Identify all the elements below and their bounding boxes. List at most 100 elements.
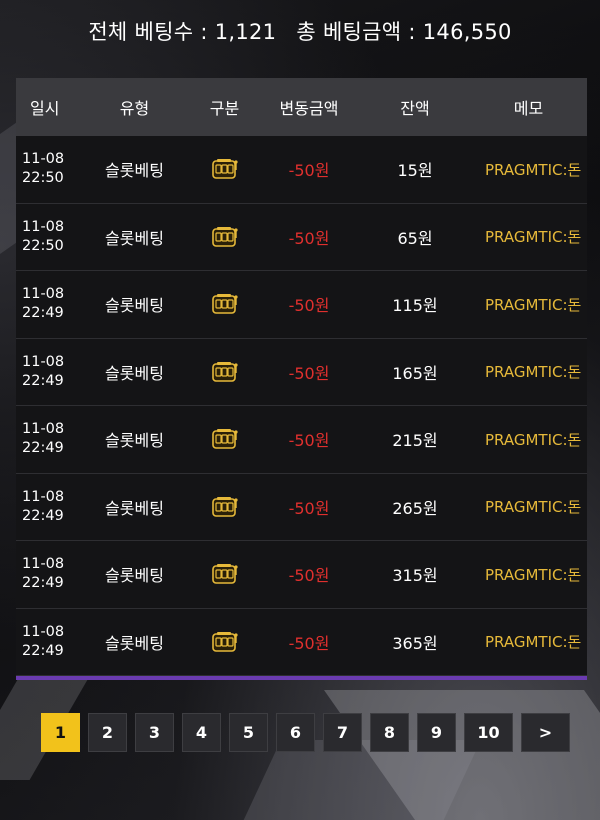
row-type: 슬롯베팅: [105, 566, 164, 586]
row-datetime: 11-08 22:49: [16, 555, 78, 593]
table-body: 11-08 22:50 슬롯베팅 -50원 15원 PRAGMTIC:돈 11-…: [16, 136, 587, 676]
table-row: 11-08 22:49 슬롯베팅 -50원 265원 PRAGMTIC:돈: [16, 473, 587, 541]
page-button-10[interactable]: 10: [464, 713, 513, 752]
row-balance: 15원: [397, 161, 433, 181]
row-category: [191, 157, 258, 181]
row-datetime: 11-08 22:49: [16, 488, 78, 526]
page-button-8[interactable]: 8: [370, 713, 409, 752]
row-memo: PRAGMTIC:돈: [485, 363, 582, 382]
table-header-row: 일시 유형 구분 변동금액 잔액 메모: [16, 78, 587, 136]
slot-machine-icon: [211, 496, 238, 517]
row-datetime: 11-08 22:50: [16, 218, 78, 256]
row-time: 22:49: [22, 372, 64, 389]
row-memo: PRAGMTIC:돈: [485, 498, 582, 517]
row-category: [191, 292, 258, 316]
header-date: 일시: [30, 99, 60, 118]
row-category: [191, 630, 258, 654]
row-category: [191, 495, 258, 519]
row-change-amount: -50원: [288, 296, 330, 316]
pagination: 1 2 3 4 5 6 7 8 9 10 >: [41, 713, 570, 752]
slot-machine-icon: [211, 361, 238, 382]
page-button-2[interactable]: 2: [88, 713, 127, 752]
row-time: 22:50: [22, 237, 64, 254]
row-balance: 165원: [392, 363, 438, 383]
slot-machine-icon: [211, 159, 238, 180]
slot-machine-icon: [211, 564, 238, 585]
row-date: 11-08: [22, 286, 65, 303]
row-change-amount: -50원: [288, 498, 330, 518]
table-row: 11-08 22:50 슬롯베팅 -50원 15원 PRAGMTIC:돈: [16, 136, 587, 204]
header-change-amount: 변동금액: [279, 99, 339, 118]
row-category: [191, 225, 258, 249]
background-shard: [239, 740, 481, 820]
row-balance: 115원: [392, 296, 438, 316]
row-change-amount: -50원: [288, 431, 330, 451]
row-change-amount: -50원: [288, 228, 330, 248]
bet-count-text: 전체 베팅수 : 1,121: [88, 20, 277, 44]
row-datetime: 11-08 22:49: [16, 285, 78, 323]
table-row: 11-08 22:49 슬롯베팅 -50원 165원 PRAGMTIC:돈: [16, 338, 587, 406]
table-bottom-border: [16, 676, 587, 680]
row-category: [191, 562, 258, 586]
row-memo: PRAGMTIC:돈: [485, 295, 582, 314]
row-change-amount: -50원: [288, 161, 330, 181]
row-datetime: 11-08 22:49: [16, 623, 78, 661]
slot-machine-icon: [211, 631, 238, 652]
table-row: 11-08 22:49 슬롯베팅 -50원 115원 PRAGMTIC:돈: [16, 271, 587, 339]
row-date: 11-08: [22, 623, 65, 640]
row-type: 슬롯베팅: [105, 498, 164, 518]
row-category: [191, 360, 258, 384]
slot-machine-icon: [211, 226, 238, 247]
row-change-amount: -50원: [288, 633, 330, 653]
row-time: 22:50: [22, 170, 64, 187]
row-balance: 365원: [392, 633, 438, 653]
row-type: 슬롯베팅: [105, 363, 164, 383]
row-date: 11-08: [22, 421, 65, 438]
row-datetime: 11-08 22:50: [16, 150, 78, 188]
row-date: 11-08: [22, 151, 65, 168]
row-type: 슬롯베팅: [105, 431, 164, 451]
row-date: 11-08: [22, 556, 65, 573]
page: 전체 베팅수 : 1,121 총 베팅금액 : 146,550 일시 유형 구분 …: [0, 0, 600, 820]
row-time: 22:49: [22, 575, 64, 592]
row-type: 슬롯베팅: [105, 161, 164, 181]
row-time: 22:49: [22, 305, 64, 322]
table-row: 11-08 22:49 슬롯베팅 -50원 315원 PRAGMTIC:돈: [16, 541, 587, 609]
row-datetime: 11-08 22:49: [16, 353, 78, 391]
row-change-amount: -50원: [288, 566, 330, 586]
row-time: 22:49: [22, 642, 64, 659]
header-memo: 메모: [513, 99, 544, 118]
betting-summary: 전체 베팅수 : 1,121 총 베팅금액 : 146,550: [0, 16, 600, 46]
header-category: 구분: [209, 99, 240, 118]
slot-machine-icon: [211, 294, 238, 315]
page-button-5[interactable]: 5: [229, 713, 268, 752]
page-button-6[interactable]: 6: [276, 713, 315, 752]
table-row: 11-08 22:49 슬롯베팅 -50원 215원 PRAGMTIC:돈: [16, 406, 587, 474]
row-memo: PRAGMTIC:돈: [485, 430, 582, 449]
row-type: 슬롯베팅: [105, 228, 164, 248]
row-memo: PRAGMTIC:돈: [485, 633, 582, 652]
row-memo: PRAGMTIC:돈: [485, 228, 582, 247]
row-type: 슬롯베팅: [105, 633, 164, 653]
page-button-4[interactable]: 4: [182, 713, 221, 752]
row-balance: 265원: [392, 498, 438, 518]
row-category: [191, 427, 258, 451]
row-balance: 215원: [392, 431, 438, 451]
row-time: 22:49: [22, 440, 64, 457]
row-change-amount: -50원: [288, 363, 330, 383]
page-button-7[interactable]: 7: [323, 713, 362, 752]
next-page-button[interactable]: >: [521, 713, 570, 752]
table-row: 11-08 22:49 슬롯베팅 -50원 365원 PRAGMTIC:돈: [16, 608, 587, 676]
row-date: 11-08: [22, 353, 65, 370]
row-memo: PRAGMTIC:돈: [485, 160, 582, 179]
bet-total-text: 총 베팅금액 : 146,550: [296, 20, 512, 44]
betting-history-table: 일시 유형 구분 변동금액 잔액 메모 11-08 22:50 슬롯베팅 -50: [16, 78, 587, 680]
slot-machine-icon: [211, 429, 238, 450]
page-button-9[interactable]: 9: [417, 713, 456, 752]
row-type: 슬롯베팅: [105, 296, 164, 316]
header-type: 유형: [119, 99, 150, 118]
page-button-1[interactable]: 1: [41, 713, 80, 752]
page-button-3[interactable]: 3: [135, 713, 174, 752]
row-date: 11-08: [22, 218, 65, 235]
row-balance: 65원: [397, 228, 433, 248]
